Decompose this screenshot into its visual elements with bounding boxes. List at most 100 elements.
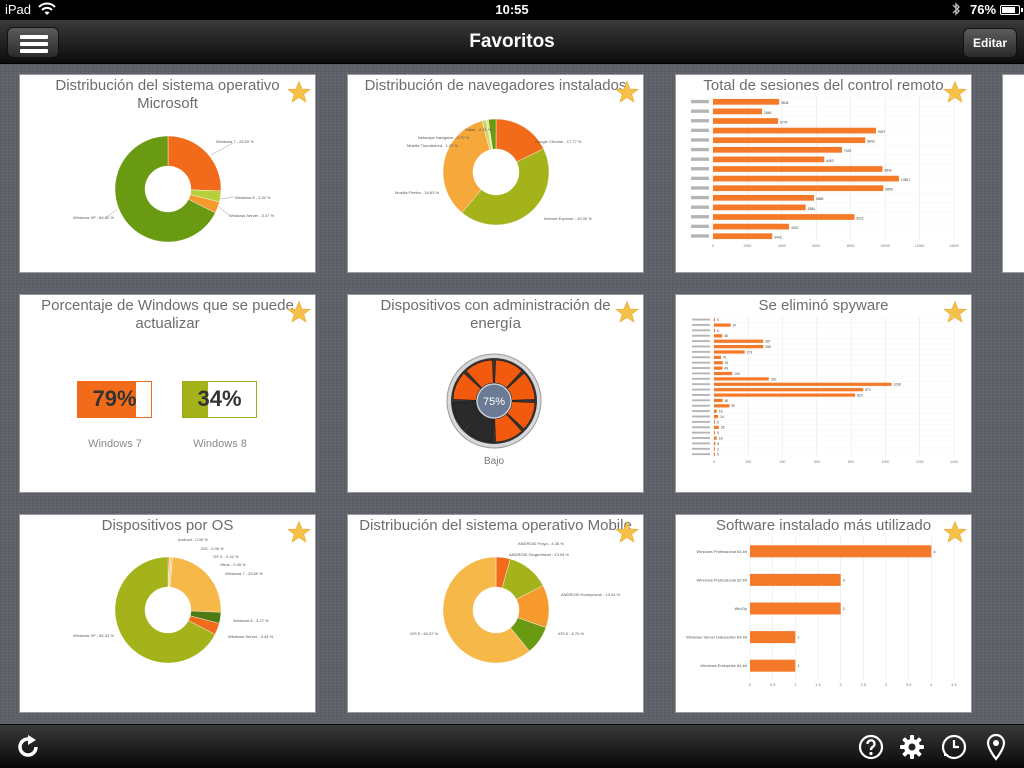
bar	[714, 447, 715, 451]
bar-value: 1	[797, 663, 800, 668]
bar-value: 6	[717, 329, 719, 333]
row-label-placeholder	[692, 356, 710, 359]
bar	[714, 415, 719, 419]
slice-label: OS X - 0.42 %	[213, 554, 239, 559]
battery-icon	[1000, 5, 1020, 15]
slice-label: iOS - 0.06 %	[201, 546, 224, 551]
card-partial[interactable]	[1002, 74, 1024, 273]
row-label-placeholder	[692, 318, 710, 321]
bar-value: 10801	[901, 178, 910, 182]
x-tick-label: 4000	[778, 244, 786, 248]
edit-button[interactable]: Editar	[963, 28, 1017, 58]
category-label: Windows Server Datacenter 64-bit	[686, 635, 748, 640]
windows7-percent: 79%	[92, 386, 137, 411]
slice-label: ANDROID Honeycomb - 13.04 %	[561, 592, 621, 597]
card-partial[interactable]	[1002, 294, 1024, 493]
x-tick-label: 10000	[880, 244, 890, 248]
row-label-placeholder	[691, 99, 709, 104]
slice-label: Windows 8 - 3.27 %	[233, 618, 269, 623]
bar-value: 24	[720, 415, 724, 419]
slice-label: Windows 8 - 3.32 %	[235, 195, 271, 200]
row-label-placeholder	[691, 128, 709, 133]
card-os-mobile[interactable]: Distribución del sistema operativo Mobil…	[347, 514, 644, 713]
star-icon[interactable]	[287, 300, 311, 324]
status-bar: iPad 10:55 76%	[0, 0, 1024, 20]
bar	[714, 361, 723, 365]
bar-value: 16	[719, 410, 723, 414]
bar-value: 49	[724, 367, 728, 371]
bar-value: 1036	[894, 383, 902, 387]
help-icon[interactable]	[857, 733, 885, 761]
card-os-microsoft[interactable]: Distribución del sistema operativo Micro…	[19, 74, 316, 273]
card-top-software[interactable]: Software instalado más utilizado 0 0.5 1 1.…	[675, 514, 972, 713]
bar-value: 3779	[780, 120, 788, 124]
windows8-label: Windows 8	[193, 438, 247, 450]
x-tick-label: 1400	[950, 460, 958, 464]
bar-value: 2	[843, 606, 846, 611]
settings-gear-icon[interactable]	[898, 733, 926, 761]
bar	[714, 441, 716, 446]
refresh-icon[interactable]	[14, 733, 42, 761]
x-tick-label: 600	[814, 460, 820, 464]
card-spyware-removed[interactable]: Se eliminó spyware 0 200 400 600 800 1000 1200…	[675, 294, 972, 493]
bar	[713, 146, 842, 153]
row-label-placeholder	[692, 410, 710, 413]
slice-label: Android - 0.39 %	[178, 537, 208, 542]
bar	[714, 420, 716, 424]
x-tick-label: 200	[745, 460, 751, 464]
bar	[713, 185, 884, 192]
x-tick-label: 2.5	[861, 682, 867, 687]
bar	[750, 573, 841, 586]
card-devices-by-os[interactable]: Dispositivos por OS Android - 0.39 % iOS…	[19, 514, 316, 713]
row-label-placeholder	[692, 350, 710, 353]
bar-value: 97	[733, 323, 737, 327]
category-label: Windows Professional 64-bit	[697, 549, 748, 554]
bar	[714, 436, 717, 440]
bar	[714, 339, 764, 343]
card-browsers[interactable]: Distribución de navegadores instalados S…	[347, 74, 644, 273]
windows7-label: Windows 7	[88, 438, 142, 450]
bar-value: 4	[933, 549, 936, 554]
slice-label: Google Chrome - 17.77 %	[535, 139, 582, 144]
row-label-placeholder	[691, 186, 709, 190]
row-label-placeholder	[691, 234, 709, 238]
bar	[714, 323, 731, 327]
x-tick-label: 0.5	[770, 682, 776, 687]
row-label-placeholder	[692, 388, 710, 391]
x-tick-label: 6000	[812, 244, 820, 248]
row-label-placeholder	[691, 109, 709, 113]
slice-label: iOS 6 - 8.70 %	[558, 631, 584, 636]
slice-label: iOS 5 - 60.87 %	[410, 631, 439, 636]
x-tick-label: 2	[840, 682, 843, 687]
slice-label: Mozilla Thunderbird - 1.29 %	[407, 143, 459, 148]
bar	[714, 398, 723, 403]
x-tick-label: 4.5	[951, 682, 957, 687]
x-tick-label: 0	[712, 244, 714, 248]
page-title: Favoritos	[469, 31, 555, 52]
card-power-management[interactable]: Dispositivos con administración de energ…	[347, 294, 644, 493]
row-label-placeholder	[692, 415, 710, 418]
bar	[714, 377, 769, 381]
x-tick-label: 3	[885, 682, 888, 687]
x-tick-label: 1200	[916, 460, 924, 464]
row-label-placeholder	[692, 404, 710, 407]
bar-value: 5	[717, 453, 719, 457]
bar-value: 871	[865, 388, 871, 392]
location-pin-icon[interactable]	[982, 733, 1010, 761]
card-remote-sessions[interactable]: Total de sesiones del control remoto 0 20…	[675, 74, 972, 273]
bar	[713, 233, 773, 240]
bar	[714, 366, 723, 370]
row-label-placeholder	[691, 157, 709, 161]
bar	[750, 659, 796, 672]
bar-value: 823	[857, 393, 863, 397]
bar-value: 288	[765, 345, 771, 349]
bar-value: 9467	[878, 130, 886, 134]
history-clock-icon[interactable]	[940, 733, 968, 761]
bar-value: 41	[723, 356, 727, 360]
row-label-placeholder	[692, 394, 710, 396]
row-label-placeholder	[692, 442, 710, 445]
row-label-placeholder	[692, 383, 710, 386]
row-label-placeholder	[691, 176, 709, 181]
x-tick-label: 1	[794, 682, 797, 687]
card-windows-upgradable[interactable]: Porcentaje de Windows que se puede actua…	[19, 294, 316, 493]
